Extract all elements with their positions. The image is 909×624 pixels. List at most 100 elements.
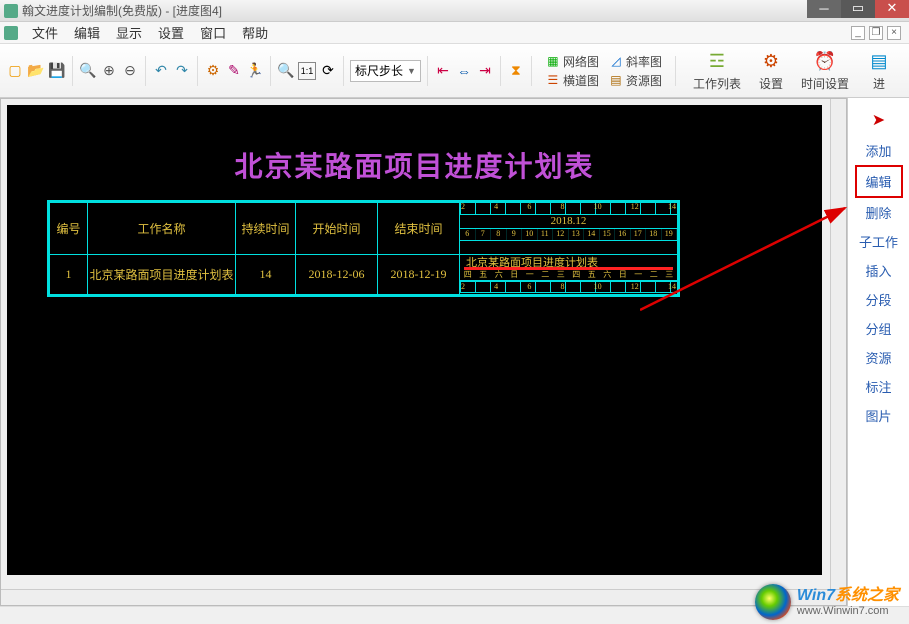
menu-window[interactable]: 窗口	[192, 21, 234, 44]
tool3-icon[interactable]: 🏃	[246, 62, 264, 80]
tool2-icon[interactable]: ✎	[225, 62, 243, 80]
zoom-reset-icon[interactable]: ⟳	[319, 62, 337, 80]
zoom-11-icon[interactable]: 1:1	[298, 62, 316, 80]
calendar-weekdays: 四五六日一二三四五六日一二三	[460, 269, 677, 281]
gantt-view-label: 横道图	[563, 72, 599, 89]
clock-icon: ⏰	[813, 50, 837, 74]
cursor-icon[interactable]: ➤	[859, 108, 899, 132]
cell-id: 1	[50, 255, 88, 295]
resource-view-button[interactable]: ▤ 资源图	[609, 72, 662, 89]
calendar-month: 2018.12	[460, 215, 677, 229]
col-start-header: 开始时间	[296, 203, 378, 255]
cell-duration: 14	[236, 255, 296, 295]
right-panel-item-0[interactable]: 添加	[855, 136, 903, 165]
calendar-bottom-ruler: 2468101214	[460, 281, 677, 293]
gantt-view-button[interactable]: ☰ 横道图	[546, 72, 599, 89]
vertical-scrollbar[interactable]	[830, 99, 846, 589]
gantt-bar-row: 北京某路面项目进度计划表	[460, 255, 677, 269]
right-panel-item-5[interactable]: 分段	[855, 285, 903, 314]
menu-view[interactable]: 显示	[108, 21, 150, 44]
time-settings-label: 时间设置	[801, 75, 849, 92]
toolbar: ▢ 📂 💾 🔍 ⊕ ⊖ ↶ ↷ ⚙ ✎ 🏃 🔍 1:1 ⟳ 标尺步长 ▼ ⇤ ⇔…	[0, 44, 909, 98]
slope-view-label: 斜率图	[626, 53, 662, 70]
app-icon	[4, 4, 18, 18]
col-end-header: 结束时间	[378, 203, 460, 255]
window-controls: ─ ▭ ✕	[807, 0, 909, 18]
mdi-minimize-button[interactable]: _	[851, 26, 865, 40]
ruler-step-label: 标尺步长	[355, 62, 403, 79]
menubar: 文件 编辑 显示 设置 窗口 帮助 _ ❐ ×	[0, 22, 909, 44]
right-panel-item-3[interactable]: 子工作	[855, 227, 903, 256]
project-table: 编号 工作名称 持续时间 开始时间 结束时间 2468101214 2018.1…	[47, 200, 680, 297]
time-settings-button[interactable]: ⏰ 时间设置	[797, 48, 853, 94]
new-icon[interactable]: ▢	[6, 62, 24, 80]
calendar-top-ruler: 2468101214	[460, 203, 677, 215]
undo-icon[interactable]: ↶	[152, 62, 170, 80]
horizontal-scrollbar[interactable]	[1, 589, 846, 605]
right-panel-item-7[interactable]: 资源	[855, 343, 903, 372]
canvas-viewport: 北京某路面项目进度计划表 编号 工作名称 持续时间 开始时间 结束时间 2468…	[0, 98, 847, 606]
right-panel-item-6[interactable]: 分组	[855, 314, 903, 343]
progress-label: 进	[873, 75, 885, 92]
mdi-close-button[interactable]: ×	[887, 26, 901, 40]
align-right-icon[interactable]: ⇥	[476, 62, 494, 80]
col-name-header: 工作名称	[88, 203, 236, 255]
chevron-down-icon: ▼	[407, 66, 416, 76]
window-close-button[interactable]: ✕	[875, 0, 909, 18]
align-left-icon[interactable]: ⇤	[434, 62, 452, 80]
progress-icon: ▤	[867, 50, 891, 74]
resource-view-label: 资源图	[626, 72, 662, 89]
watermark-brand-a: Win7	[797, 587, 835, 604]
worklist-label: 工作列表	[693, 75, 741, 92]
watermark: Win7系统之家 www.Winwin7.com	[755, 584, 899, 620]
col-duration-header: 持续时间	[236, 203, 296, 255]
slope-icon: ◿	[609, 54, 623, 68]
window-minimize-button[interactable]: ─	[807, 0, 841, 18]
progress-button[interactable]: ▤ 进	[863, 48, 895, 94]
gantt-bar[interactable]	[464, 267, 673, 270]
save-icon[interactable]: 💾	[48, 62, 66, 80]
zoom-out-icon[interactable]: ⊖	[121, 62, 139, 80]
settings-button[interactable]: ⚙ 设置	[755, 48, 787, 94]
right-panel-item-4[interactable]: 插入	[855, 256, 903, 285]
sort-icon[interactable]: ⧗	[507, 62, 525, 80]
resource-icon: ▤	[609, 73, 623, 87]
open-icon[interactable]: 📂	[27, 62, 45, 80]
main-area: 北京某路面项目进度计划表 编号 工作名称 持续时间 开始时间 结束时间 2468…	[0, 98, 909, 606]
menu-settings[interactable]: 设置	[150, 21, 192, 44]
menu-file[interactable]: 文件	[24, 21, 66, 44]
redo-icon[interactable]: ↷	[173, 62, 191, 80]
cell-start: 2018-12-06	[296, 255, 378, 295]
drawing-canvas[interactable]: 北京某路面项目进度计划表 编号 工作名称 持续时间 开始时间 结束时间 2468…	[7, 105, 822, 575]
app-icon-small	[4, 26, 18, 40]
network-view-label: 网络图	[563, 53, 599, 70]
network-icon: ▦	[546, 54, 560, 68]
align-center-icon[interactable]: ⇔	[455, 62, 473, 80]
chart-title: 北京某路面项目进度计划表	[7, 145, 822, 185]
menu-help[interactable]: 帮助	[234, 21, 276, 44]
right-panel-item-8[interactable]: 标注	[855, 372, 903, 401]
tool1-icon[interactable]: ⚙	[204, 62, 222, 80]
right-panel-item-2[interactable]: 删除	[855, 198, 903, 227]
slope-view-button[interactable]: ◿ 斜率图	[609, 53, 662, 70]
window-maximize-button[interactable]: ▭	[841, 0, 875, 18]
right-panel-item-9[interactable]: 图片	[855, 401, 903, 430]
menu-edit[interactable]: 编辑	[66, 21, 108, 44]
window-title: 翰文进度计划编制(免费版) - [进度图4]	[22, 2, 222, 19]
calendar-day-numbers: 678910111213141516171819	[460, 229, 677, 241]
network-view-button[interactable]: ▦ 网络图	[546, 53, 599, 70]
worklist-button[interactable]: ☲ 工作列表	[689, 48, 745, 94]
zoom-in-icon[interactable]: ⊕	[100, 62, 118, 80]
right-panel-item-1[interactable]: 编辑	[855, 165, 903, 198]
ruler-step-select[interactable]: 标尺步长 ▼	[350, 60, 421, 82]
table-header-row: 编号 工作名称 持续时间 开始时间 结束时间 2468101214 2018.1…	[50, 203, 678, 255]
zoom-icon[interactable]: 🔍	[79, 62, 97, 80]
table-row[interactable]: 1 北京某路面项目进度计划表 14 2018-12-06 2018-12-19 …	[50, 255, 678, 295]
mdi-restore-button[interactable]: ❐	[869, 26, 883, 40]
cell-name: 北京某路面项目进度计划表	[88, 255, 236, 295]
window-titlebar: 翰文进度计划编制(免费版) - [进度图4] ─ ▭ ✕	[0, 0, 909, 22]
worklist-icon: ☲	[705, 50, 729, 74]
gantt-icon: ☰	[546, 73, 560, 87]
zoom-fit-icon[interactable]: 🔍	[277, 62, 295, 80]
watermark-brand-b: 系统之家	[835, 587, 899, 604]
